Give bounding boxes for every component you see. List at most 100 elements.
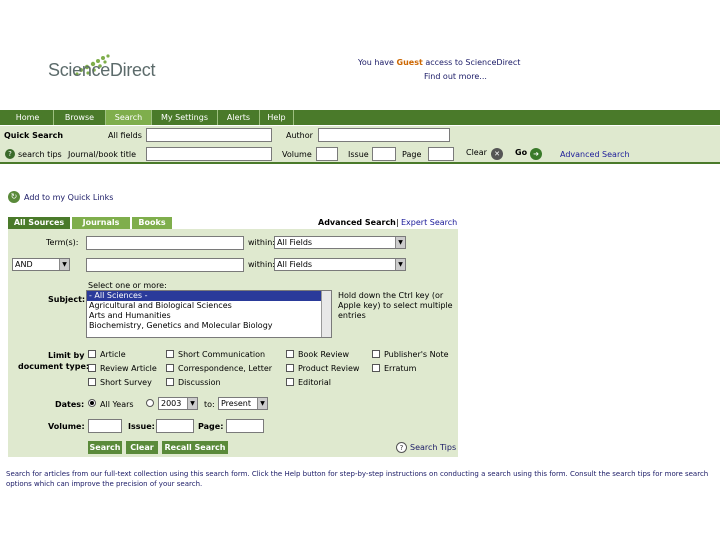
tab-home[interactable]: Home — [2, 110, 54, 125]
doc-type-checkbox[interactable] — [88, 378, 96, 386]
guest-label: Guest — [396, 58, 423, 67]
issue-label-adv: Issue: — [128, 422, 155, 431]
doc-type-label: Short Survey — [100, 378, 152, 387]
chevron-down-icon: ▼ — [187, 398, 197, 409]
search-tips-icon[interactable]: ? — [5, 149, 15, 159]
terms-input-1[interactable] — [86, 236, 244, 250]
within-select-1[interactable]: All Fields ▼ — [274, 236, 406, 249]
journal-title-input[interactable] — [146, 147, 272, 161]
issue-label: Issue — [348, 150, 369, 159]
quick-search-title: Quick Search — [4, 131, 64, 140]
terms-input-2[interactable] — [86, 258, 244, 272]
clear-icon[interactable]: ✕ — [491, 148, 503, 160]
year-range-radio[interactable] — [146, 399, 154, 407]
within-label-2: within: — [248, 260, 275, 269]
page-input[interactable] — [428, 147, 454, 161]
select-hint: Select one or more: — [88, 281, 167, 290]
author-input[interactable] — [318, 128, 450, 142]
clear-button[interactable]: Clear — [466, 148, 487, 157]
doc-type-label: Correspondence, Letter — [178, 364, 273, 373]
doc-type-checkbox[interactable] — [166, 350, 174, 358]
doc-type-label: Book Review — [298, 350, 349, 359]
tab-my-settings[interactable]: My Settings — [152, 110, 218, 125]
doc-type-checkbox[interactable] — [286, 350, 294, 358]
year-to-select[interactable]: Present ▼ — [218, 397, 268, 410]
doc-type-label: Discussion — [178, 378, 221, 387]
terms-label: Term(s): — [46, 238, 79, 247]
ctrl-key-hint: Hold down the Ctrl key (or Apple key) to… — [338, 291, 453, 320]
issue-input-adv[interactable] — [156, 419, 194, 433]
chevron-down-icon: ▼ — [395, 237, 405, 248]
doc-type-checkbox[interactable] — [88, 364, 96, 372]
doc-type-checkbox[interactable] — [88, 350, 96, 358]
tab-search[interactable]: Search — [106, 110, 152, 125]
recall-search-button[interactable]: Recall Search — [162, 441, 228, 454]
tab-journals[interactable]: Journals — [72, 217, 130, 229]
all-years-label: All Years — [100, 400, 134, 409]
doc-type-checkbox[interactable] — [286, 364, 294, 372]
search-tips-link-adv[interactable]: Search Tips — [410, 443, 456, 452]
go-button[interactable]: Go — [515, 148, 527, 157]
boolean-select[interactable]: AND ▼ — [12, 258, 70, 271]
find-out-more-link[interactable]: Find out more... — [424, 72, 487, 81]
doc-type-checkbox[interactable] — [372, 364, 380, 372]
volume-input-adv[interactable] — [88, 419, 122, 433]
to-label: to: — [204, 400, 215, 409]
page-input-adv[interactable] — [226, 419, 264, 433]
journal-title-label: Journal/book title — [68, 150, 137, 159]
scrollbar[interactable] — [321, 291, 331, 337]
advanced-search-link[interactable]: Advanced Search — [560, 150, 630, 159]
volume-input[interactable] — [316, 147, 338, 161]
mode-separator: | — [396, 218, 399, 227]
go-arrow-icon[interactable]: ➜ — [530, 148, 542, 160]
advanced-search-mode[interactable]: Advanced Search — [318, 218, 396, 227]
all-fields-label: All fields — [108, 131, 142, 140]
within-select-2[interactable]: All Fields ▼ — [274, 258, 406, 271]
subject-label: Subject: — [48, 295, 86, 304]
add-quick-links-link[interactable]: Add to my Quick Links — [24, 193, 113, 202]
volume-label: Volume — [282, 150, 312, 159]
dates-label: Dates: — [55, 400, 85, 409]
list-item[interactable]: - All Sciences - — [87, 291, 331, 301]
list-item[interactable]: Biochemistry, Genetics and Molecular Bio… — [87, 321, 331, 331]
doc-type-label: Erratum — [384, 364, 417, 373]
within-label-1: within: — [248, 238, 275, 247]
subject-listbox[interactable]: - All Sciences - Agricultural and Biolog… — [86, 290, 332, 338]
doc-type-label: Publisher's Note — [384, 350, 449, 359]
help-icon[interactable]: ? — [396, 442, 407, 453]
volume-label-adv: Volume: — [48, 422, 85, 431]
access-status: You have Guest access to ScienceDirect — [358, 58, 521, 67]
chevron-down-icon: ▼ — [59, 259, 69, 270]
chevron-down-icon: ▼ — [257, 398, 267, 409]
year-from-select[interactable]: 2003 ▼ — [158, 397, 198, 410]
all-fields-input[interactable] — [146, 128, 272, 142]
doc-type-checkbox[interactable] — [286, 378, 294, 386]
clear-form-button[interactable]: Clear — [126, 441, 158, 454]
author-label: Author — [286, 131, 313, 140]
tab-alerts[interactable]: Alerts — [218, 110, 260, 125]
limit-label-1: Limit by — [48, 351, 85, 360]
page-label: Page — [402, 150, 422, 159]
all-years-radio[interactable] — [88, 399, 96, 407]
expert-search-link[interactable]: Expert Search — [401, 218, 457, 227]
list-item[interactable]: Agricultural and Biological Sciences — [87, 301, 331, 311]
search-button[interactable]: Search — [88, 441, 122, 454]
doc-type-label: Article — [100, 350, 126, 359]
list-item[interactable]: Arts and Humanities — [87, 311, 331, 321]
footer-help-text: Search for articles from our full-text c… — [6, 470, 709, 488]
tab-books[interactable]: Books — [132, 217, 172, 229]
search-tips-link[interactable]: search tips — [18, 150, 62, 159]
doc-type-checkbox[interactable] — [166, 364, 174, 372]
doc-type-label: Short Communication — [178, 350, 266, 359]
chevron-down-icon: ▼ — [395, 259, 405, 270]
issue-input[interactable] — [372, 147, 396, 161]
limit-label-2: document type: — [18, 362, 90, 371]
tab-help[interactable]: Help — [260, 110, 294, 125]
doc-type-checkbox[interactable] — [372, 350, 380, 358]
tab-all-sources[interactable]: All Sources — [8, 217, 70, 229]
doc-type-checkbox[interactable] — [166, 378, 174, 386]
tab-browse[interactable]: Browse — [54, 110, 106, 125]
page-label-adv: Page: — [198, 422, 224, 431]
add-quick-link-icon[interactable]: ↻ — [8, 191, 20, 203]
logo-text[interactable]: ScienceDirect — [48, 60, 155, 81]
